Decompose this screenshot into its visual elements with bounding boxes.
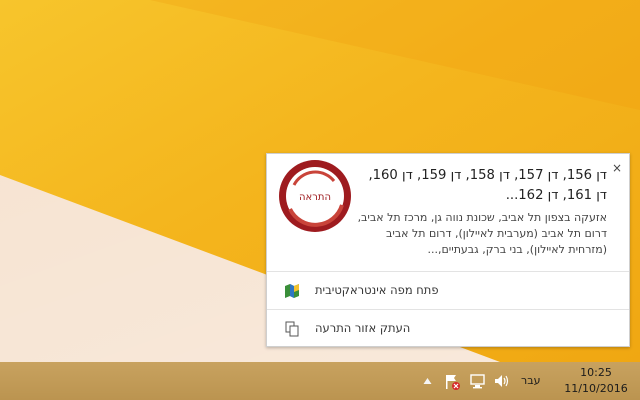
volume-icon[interactable] [493, 372, 511, 390]
copy-alert-area-button[interactable]: העתק אזור התרעה [267, 311, 629, 348]
logo-text: התראה [299, 192, 331, 203]
copy-icon [285, 321, 299, 337]
alert-logo-icon: התראה [279, 160, 351, 232]
divider [267, 309, 629, 310]
map-icon [285, 284, 299, 298]
flag-alert-icon[interactable] [443, 373, 461, 391]
taskbar-clock[interactable]: 10:25 11/10/2016 [560, 365, 632, 397]
chevron-up-icon[interactable] [423, 377, 432, 386]
taskbar: עבר 10:25 11/10/2016 [0, 362, 640, 400]
open-map-label: פתח מפה אינטראקטיבית [315, 283, 439, 297]
clock-date: 11/10/2016 [564, 382, 628, 395]
input-language-indicator[interactable]: עבר [521, 374, 540, 387]
notification-body: אזעקה בצפון תל אביב, שכונת נווה גן, מרכז… [357, 211, 607, 256]
clock-time: 10:25 [580, 366, 612, 379]
close-icon[interactable]: × [612, 162, 622, 174]
notification-title: דן 156, דן 157, דן 158, דן 159, דן 160, … [368, 168, 607, 203]
copy-area-label: העתק אזור התרעה [315, 321, 411, 335]
divider [267, 271, 629, 272]
notification-toast[interactable]: × התראה דן 156, דן 157, דן 158, דן 159, … [266, 153, 630, 347]
network-icon[interactable] [469, 372, 487, 390]
open-interactive-map-button[interactable]: פתח מפה אינטראקטיבית [267, 273, 629, 310]
